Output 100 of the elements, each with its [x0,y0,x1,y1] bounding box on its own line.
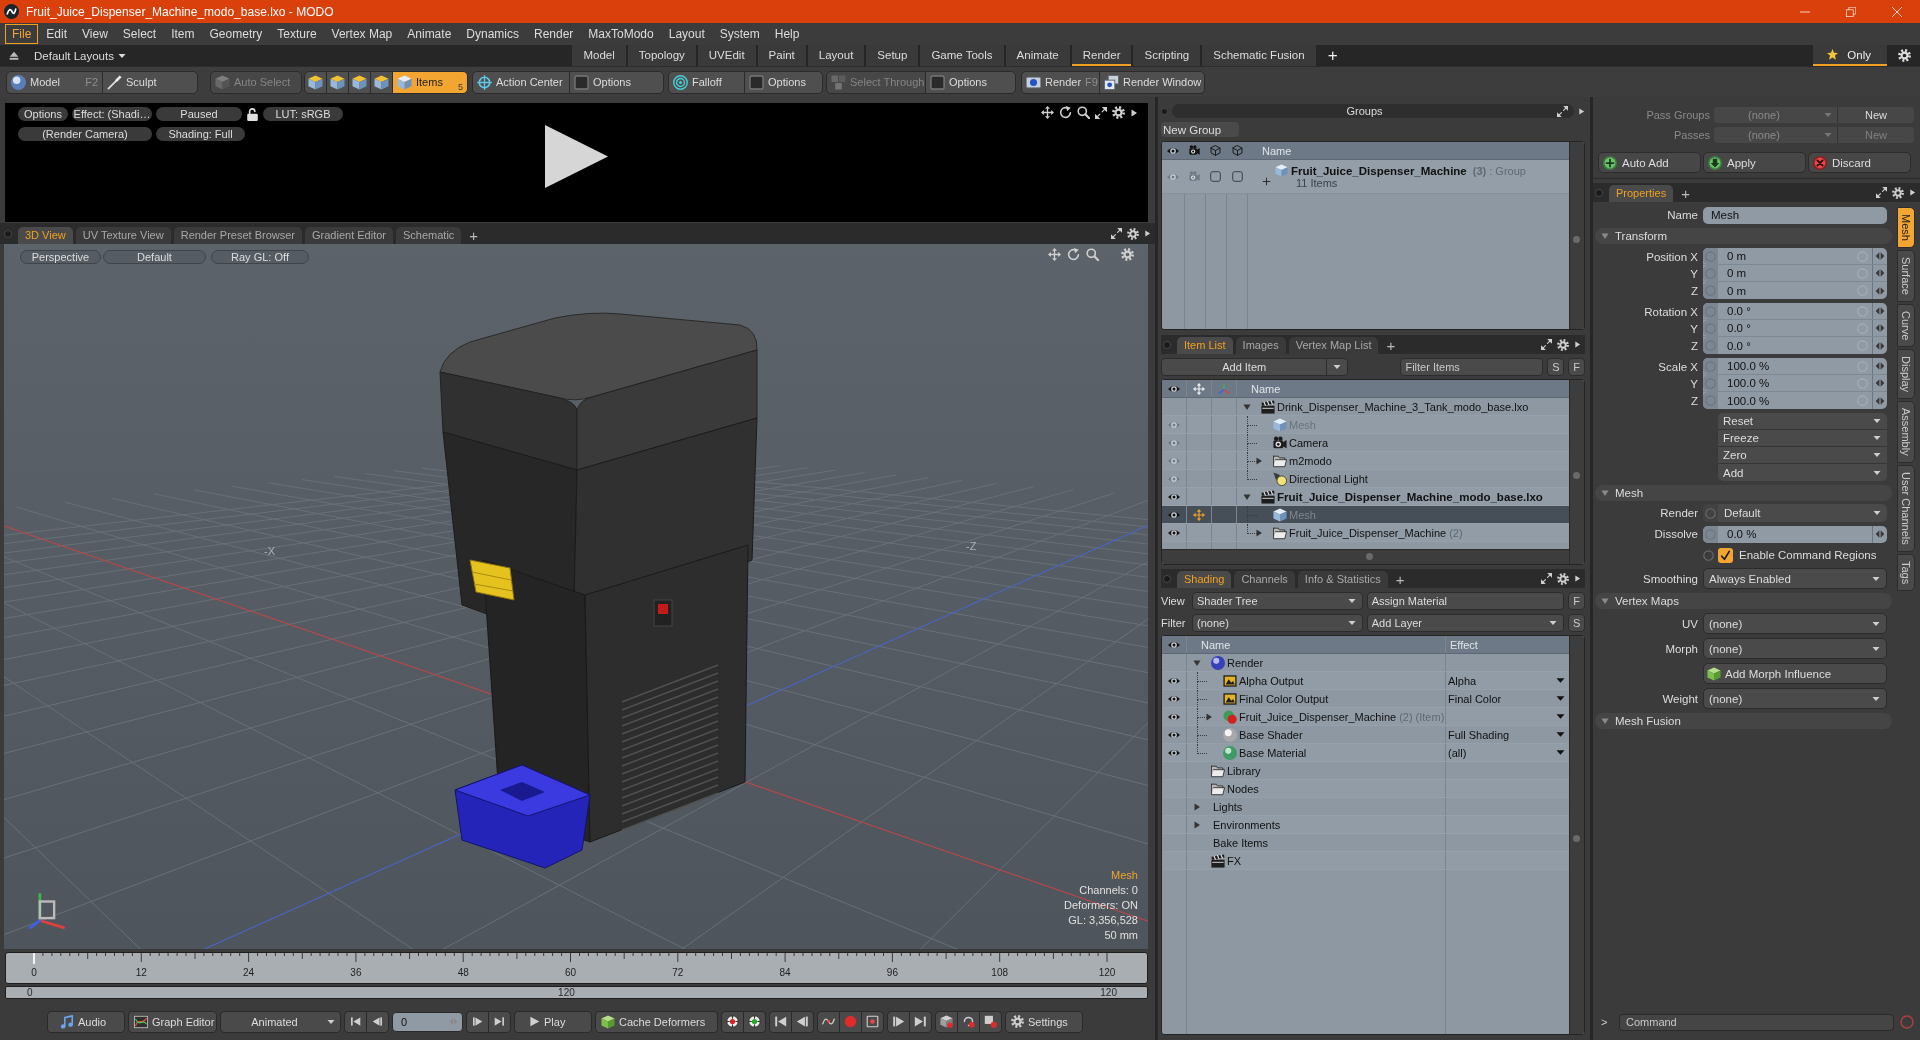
preview-option-button[interactable]: Paused [156,107,242,121]
toolbar-button[interactable]: Action Center [472,70,570,94]
layout-tab[interactable]: Render [1071,45,1132,66]
number-field[interactable]: 0.0 % [1703,525,1887,543]
filter-toggle-button[interactable]: F [1568,592,1585,610]
toolbar-button[interactable]: Sculpt [102,70,198,94]
side-tab[interactable]: Curve [1897,303,1915,348]
maximize-icon[interactable] [1876,187,1887,198]
maximize-icon[interactable] [1557,105,1568,117]
triangle-right-icon[interactable] [1909,189,1916,196]
add-tab-button[interactable]: + [1676,185,1695,202]
move-icon[interactable] [1041,106,1054,119]
command-field[interactable]: Command [1619,1013,1894,1031]
triangle-right-icon[interactable] [1130,108,1138,117]
triangle-right-icon[interactable] [1144,230,1151,237]
triangle-right-icon[interactable] [1578,107,1585,115]
menu-item[interactable]: MaxToModo [581,24,661,44]
side-tab[interactable]: Surface [1897,249,1915,302]
skip-forward-button[interactable] [488,1010,511,1033]
layout-tab[interactable]: Layout [807,45,865,66]
menu-item[interactable]: Item [164,24,202,44]
item-row[interactable]: Camera [1162,434,1569,452]
item-row[interactable]: Drink_Dispenser_Machine_3_Tank_modo_base.lxo [1162,398,1569,416]
viewport-tab[interactable]: Render Preset Browser [173,227,302,244]
filter-field[interactable]: Filter Items [1400,358,1544,376]
add-tab-button[interactable]: + [464,227,484,244]
layout-tab[interactable]: Topology [627,45,696,66]
pass-action-button[interactable]: Discard [1808,152,1911,173]
dropdown[interactable]: Default [1703,504,1887,522]
add-layer-dropdown[interactable]: Add Layer [1366,614,1565,632]
settings-icon[interactable] [1557,338,1569,351]
preview-option-button[interactable]: Options [18,107,68,121]
scrollbar[interactable] [1162,549,1569,564]
menu-dropdown[interactable]: Zero [1718,447,1887,464]
skip-back-button[interactable] [769,1010,792,1033]
scrollbar[interactable] [1569,142,1584,329]
settings-button[interactable]: Settings [1005,1010,1083,1033]
triangle-down-icon[interactable] [1193,658,1201,667]
playhead-marker[interactable] [33,953,35,964]
menu-item[interactable]: Dynamics [459,24,526,44]
filter-toggle-button[interactable]: F [1568,358,1585,376]
preview-option-button[interactable]: (Render Camera) [18,127,152,141]
dispenser-model-drawing[interactable] [439,312,758,869]
add-morph-button[interactable]: Add Morph Influence [1703,663,1887,684]
section-header[interactable]: Mesh [1595,485,1892,501]
eject-icon[interactable] [9,50,19,61]
shader-row[interactable]: Base Material (all) [1162,744,1569,762]
side-tab[interactable]: Display [1897,349,1915,400]
dropdown[interactable]: (none) [1703,688,1887,709]
layout-tab[interactable]: Model [572,45,626,66]
play-icon[interactable] [545,125,608,188]
layout-tab[interactable]: Paint [757,45,806,66]
toolbar-icon-button[interactable] [348,70,371,94]
dropdown[interactable]: (none) [1703,638,1887,659]
panel-tab[interactable]: Shading [1177,571,1232,588]
target-button[interactable] [721,1010,744,1033]
plus-icon[interactable] [1262,177,1271,186]
column-header[interactable]: Name [1248,144,1292,157]
zoom-icon[interactable] [1077,106,1090,119]
maximize-icon[interactable] [1541,573,1552,584]
toolbar-button[interactable]: Options [925,70,1016,94]
menu-item[interactable]: Select [115,24,164,44]
maximize-icon[interactable] [1111,228,1122,239]
menu-dropdown[interactable]: Add [1718,464,1887,481]
checkbox[interactable] [1718,547,1733,563]
box-dot-button[interactable] [861,1010,884,1033]
wave-button[interactable] [817,1010,840,1033]
shader-row[interactable]: Environments [1162,816,1569,834]
layout-tab[interactable]: UVEdit [697,45,756,66]
layout-tab[interactable]: Animate [1005,45,1070,66]
new-button[interactable]: New [1837,106,1914,123]
shader-row[interactable]: FX [1162,852,1569,870]
toolbar-icon-button[interactable] [326,70,349,94]
side-tab[interactable]: Assembly [1897,401,1915,463]
step-forward-button[interactable] [887,1010,910,1033]
panel-tab[interactable]: Item List [1177,337,1233,354]
menu-item[interactable]: View [75,24,115,44]
number-field[interactable]: 0 m [1703,248,1887,265]
shader-row[interactable]: Render [1162,654,1569,672]
menu-dropdown[interactable]: Reset [1718,413,1887,430]
scrollbar[interactable] [1569,380,1584,564]
number-field[interactable]: 0 m [1703,282,1887,299]
number-field[interactable]: 100.0 % [1703,392,1887,409]
triangle-down-icon[interactable] [1243,402,1251,411]
viewport-tab[interactable]: Gradient Editor [305,227,393,244]
panel-tab[interactable]: Properties [1609,185,1674,202]
assign-material-button[interactable]: Assign Material [1366,592,1565,610]
menu-item[interactable]: Vertex Map [324,24,400,44]
filter-toggle-button[interactable]: S [1547,358,1565,376]
new-group-button[interactable]: New Group [1161,122,1239,137]
side-tab[interactable]: Tags [1897,553,1915,591]
settings-icon[interactable] [1557,572,1569,585]
number-field[interactable]: 0.0 ° [1703,303,1887,320]
maximize-icon[interactable] [1541,339,1552,350]
toolbar-button[interactable]: Render F9 [1021,70,1100,94]
cache-deformers-button[interactable]: Cache Deformers [595,1010,718,1033]
menu-item[interactable]: System [712,24,767,44]
menu-item[interactable]: Geometry [202,24,270,44]
preview-option-button[interactable]: Effect: (Shadi… [72,107,152,121]
add-tab-button[interactable]: + [1390,571,1410,588]
